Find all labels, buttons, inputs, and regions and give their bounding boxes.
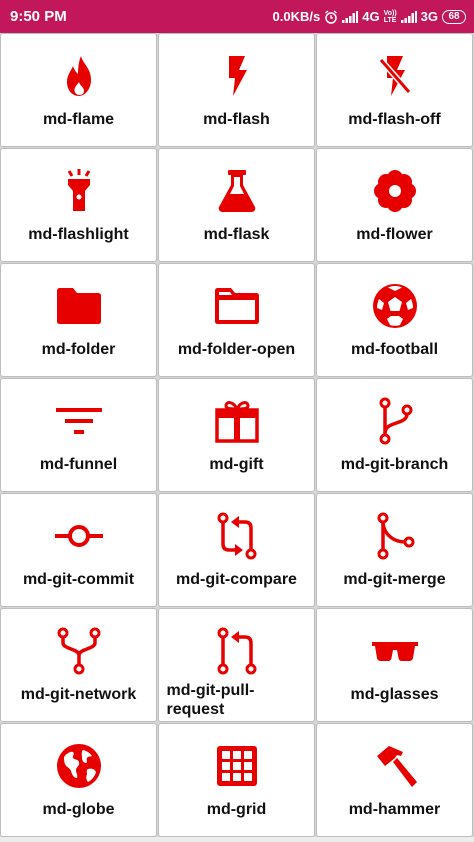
git-merge-icon xyxy=(377,512,414,560)
icon-tile-git-merge[interactable]: md-git-merge xyxy=(316,493,473,607)
flame-icon xyxy=(66,56,91,96)
network-type-3g: 3G xyxy=(420,9,438,24)
icon-label: md-git-pull-request xyxy=(166,682,255,718)
flashlight-icon xyxy=(67,169,90,211)
icon-label: md-football xyxy=(350,341,439,358)
icon-label: md-folder xyxy=(41,341,116,358)
icon-tile-folder[interactable]: md-folder xyxy=(0,263,157,377)
folder-icon xyxy=(56,288,101,324)
hammer-icon xyxy=(376,746,417,787)
icon-tile-git-branch[interactable]: md-git-branch xyxy=(316,378,473,492)
icon-label: md-flashlight xyxy=(28,226,129,243)
git-pull-request-icon xyxy=(217,627,256,675)
status-bar: 9:50 PM 0.0KB/s 4G Vo)) LTE 3G 68 xyxy=(0,0,474,33)
icon-tile-git-compare[interactable]: md-git-compare xyxy=(158,493,315,607)
icon-label: md-flame xyxy=(42,111,115,128)
icon-label: md-globe xyxy=(42,801,115,818)
git-network-icon xyxy=(57,627,100,675)
icon-tile-flame[interactable]: md-flame xyxy=(0,33,157,147)
funnel-icon xyxy=(55,408,102,434)
flower-icon xyxy=(373,170,416,212)
flash-off-icon xyxy=(378,56,411,96)
icon-tile-flower[interactable]: md-flower xyxy=(316,148,473,262)
icon-label: md-funnel xyxy=(39,456,118,473)
icon-label: md-flash-off xyxy=(348,111,441,128)
glasses-icon xyxy=(371,642,418,661)
icon-label: md-hammer xyxy=(348,801,441,818)
icon-label: md-glasses xyxy=(350,686,439,703)
icon-label: md-flower xyxy=(356,226,433,243)
football-icon xyxy=(372,284,417,328)
status-indicators: 0.0KB/s 4G Vo)) LTE 3G 68 xyxy=(273,9,466,24)
net-speed: 0.0KB/s xyxy=(272,9,321,24)
alarm-icon xyxy=(324,9,338,24)
icon-label: md-flask xyxy=(203,226,270,243)
icon-label: md-git-network xyxy=(20,686,137,703)
icon-label: md-git-branch xyxy=(340,456,449,473)
icon-tile-globe[interactable]: md-globe xyxy=(0,723,157,837)
git-compare-icon xyxy=(217,512,256,560)
icon-tile-git-network[interactable]: md-git-network xyxy=(0,608,157,722)
icon-label: md-git-merge xyxy=(343,571,446,588)
icon-label: md-git-commit xyxy=(22,571,135,588)
folder-open-icon xyxy=(214,288,259,324)
icon-tile-grid[interactable]: md-grid xyxy=(158,723,315,837)
icon-tile-flash[interactable]: md-flash xyxy=(158,33,315,147)
icon-label: md-gift xyxy=(209,456,264,473)
icon-tile-flashlight[interactable]: md-flashlight xyxy=(0,148,157,262)
icon-tile-folder-open[interactable]: md-folder-open xyxy=(158,263,315,377)
flash-icon xyxy=(228,56,247,96)
git-commit-icon xyxy=(54,525,103,547)
grid-icon xyxy=(216,746,257,786)
icon-label: md-flash xyxy=(203,111,270,128)
icon-tile-git-commit[interactable]: md-git-commit xyxy=(0,493,157,607)
icon-tile-flash-off[interactable]: md-flash-off xyxy=(316,33,473,147)
volte-indicator: Vo)) LTE xyxy=(383,9,397,24)
icon-grid: md-flame md-flash md-flash-off md-flashl… xyxy=(0,33,474,837)
globe-icon xyxy=(56,744,101,788)
git-branch-icon xyxy=(379,397,412,445)
icon-label: md-grid xyxy=(206,801,267,818)
icon-tile-git-pull-request[interactable]: md-git-pull-request xyxy=(158,608,315,722)
icon-tile-funnel[interactable]: md-funnel xyxy=(0,378,157,492)
flask-icon xyxy=(218,170,255,212)
gift-icon xyxy=(214,401,259,443)
signal-icon xyxy=(342,10,359,23)
status-time: 9:50 PM xyxy=(10,8,67,25)
icon-label: md-folder-open xyxy=(177,341,296,358)
icon-label: md-git-compare xyxy=(176,571,297,588)
icon-tile-glasses[interactable]: md-glasses xyxy=(316,608,473,722)
icon-tile-gift[interactable]: md-gift xyxy=(158,378,315,492)
icon-tile-football[interactable]: md-football xyxy=(316,263,473,377)
icon-tile-hammer[interactable]: md-hammer xyxy=(316,723,473,837)
icon-tile-flask[interactable]: md-flask xyxy=(158,148,315,262)
battery-icon: 68 xyxy=(442,9,466,24)
network-type-4g: 4G xyxy=(362,9,380,24)
signal-icon-2 xyxy=(400,10,417,23)
